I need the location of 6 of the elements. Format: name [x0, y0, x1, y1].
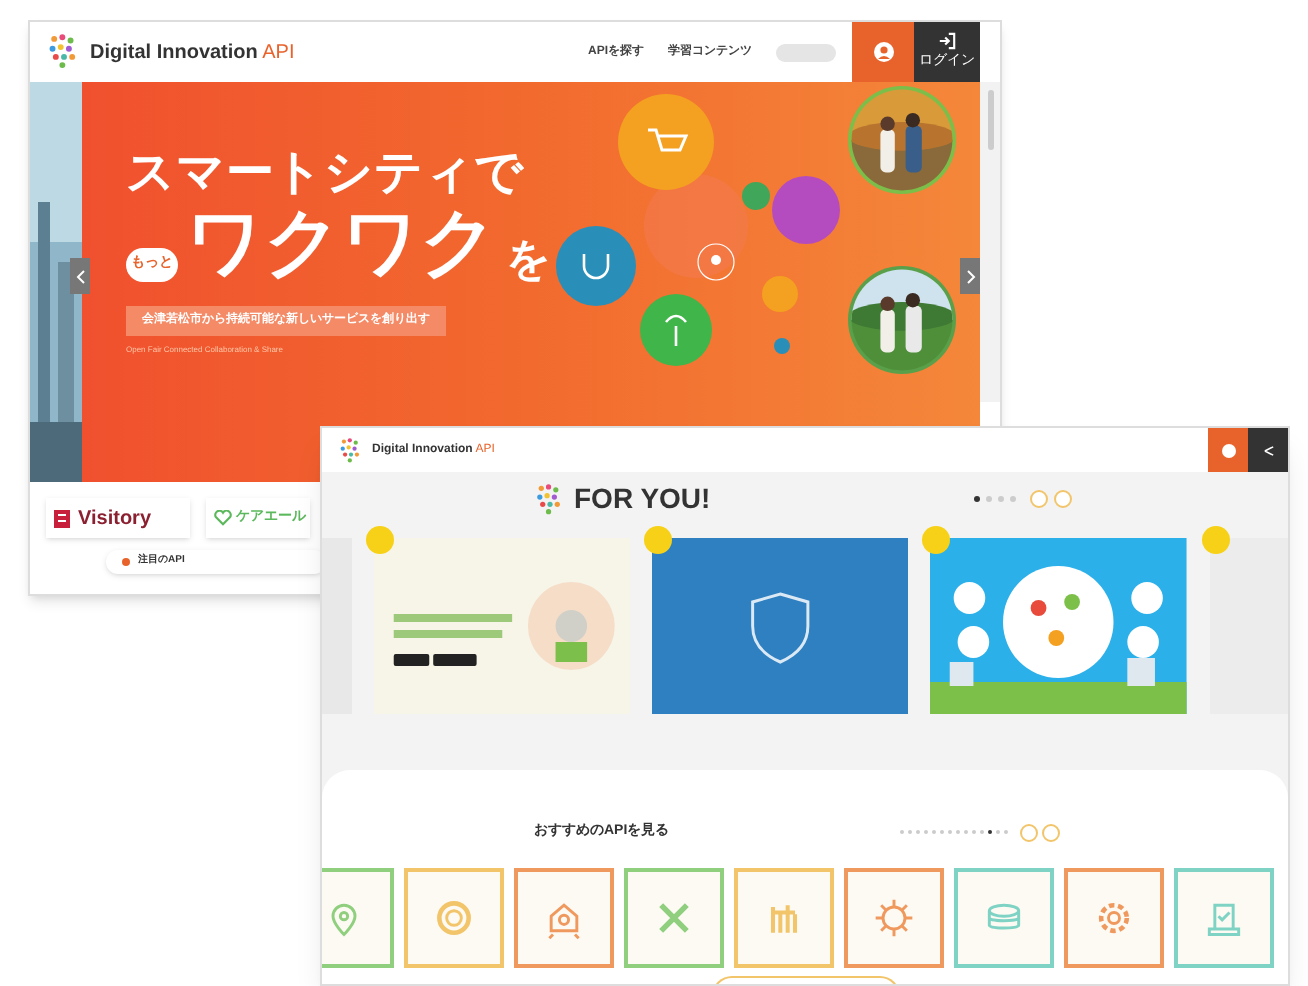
site-title: Digital Innovation API	[90, 39, 295, 67]
hero-headline: を	[506, 238, 552, 282]
section-title: FOR YOU!	[574, 480, 711, 518]
partner-logo[interactable]: Visitory	[46, 498, 190, 538]
hero-headline: スマートシティで	[126, 150, 526, 198]
hero-headline: ワクワク	[186, 206, 498, 282]
